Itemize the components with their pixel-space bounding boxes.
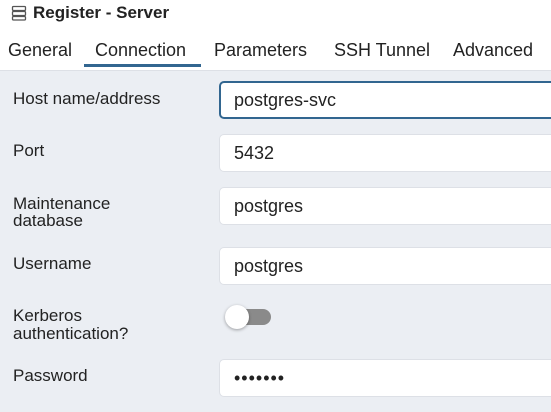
maintenance-db-label-line2: database <box>13 211 83 230</box>
tab-ssh-tunnel[interactable]: SSH Tunnel <box>334 26 430 70</box>
port-label: Port <box>13 141 45 160</box>
host-input[interactable]: postgres-svc <box>219 81 551 119</box>
username-input[interactable]: postgres <box>219 247 551 285</box>
toggle-knob <box>225 305 249 329</box>
maintenance-db-input[interactable]: postgres <box>219 187 551 225</box>
tab-advanced[interactable]: Advanced <box>453 26 533 70</box>
tab-parameters[interactable]: Parameters <box>214 26 307 70</box>
dialog-title: Register - Server <box>33 3 170 22</box>
kerberos-label-line1: Kerberos <box>13 306 82 325</box>
host-label: Host name/address <box>13 89 161 108</box>
kerberos-toggle[interactable] <box>225 305 271 329</box>
tab-general[interactable]: General <box>8 26 72 70</box>
maintenance-db-label-line1: Maintenance <box>13 194 111 213</box>
tab-connection[interactable]: Connection <box>84 26 201 67</box>
server-icon <box>11 5 27 21</box>
kerberos-label-line2: authentication? <box>13 324 129 343</box>
username-label: Username <box>13 254 92 273</box>
dialog-titlebar: Register - Server <box>0 0 551 26</box>
password-label: Password <box>13 366 88 385</box>
tab-bar: General Connection Parameters SSH Tunnel… <box>0 26 551 71</box>
port-input[interactable]: 5432 <box>219 134 551 172</box>
password-input[interactable]: ••••••• <box>219 359 551 397</box>
